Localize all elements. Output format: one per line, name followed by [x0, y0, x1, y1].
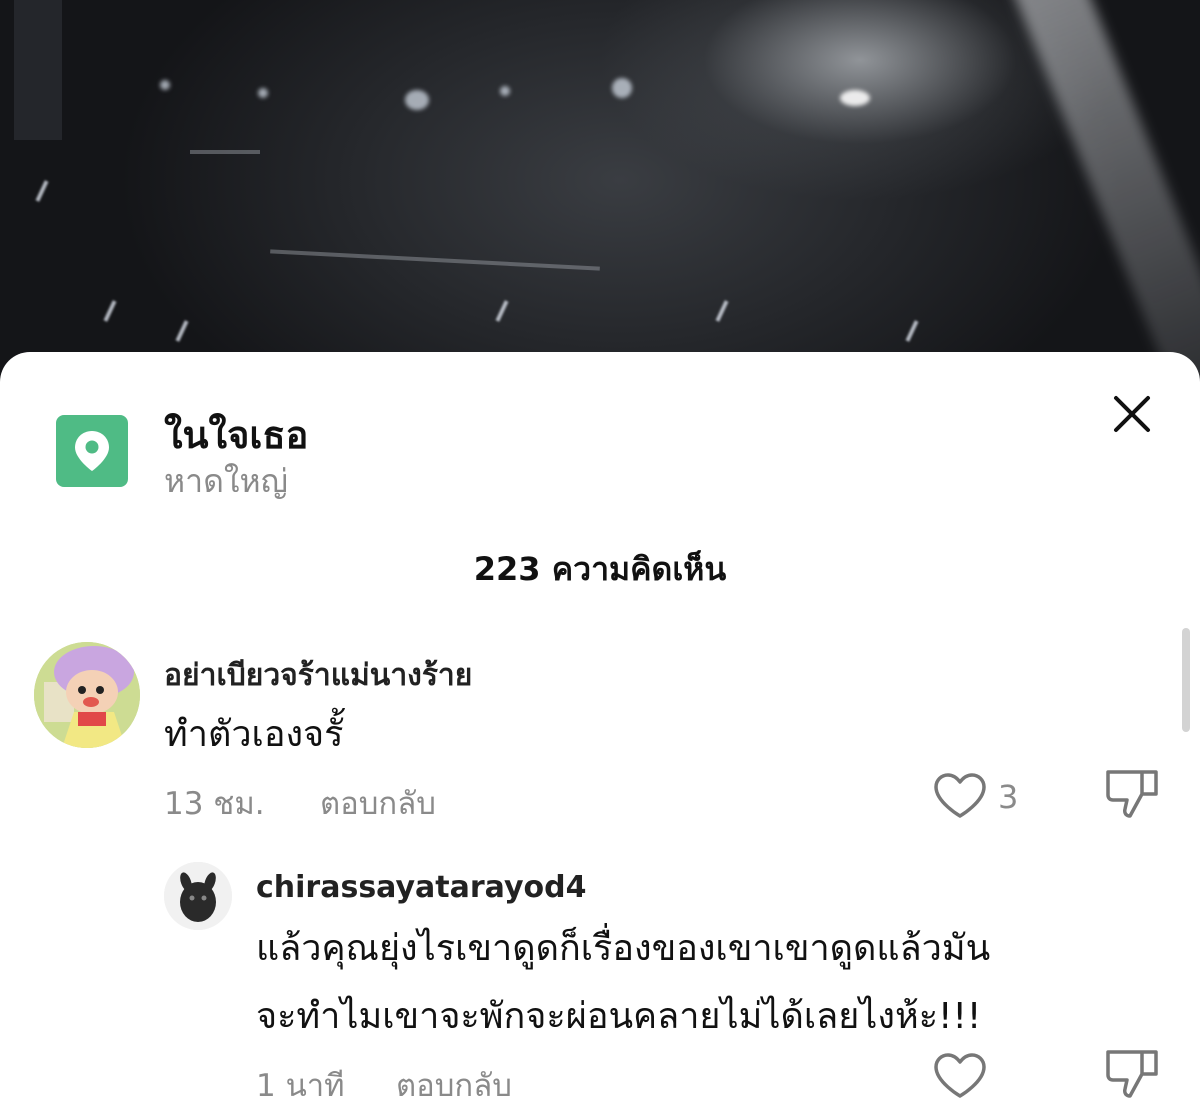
lightstick: [175, 320, 189, 342]
reply-time: 1 นาที: [256, 1068, 345, 1104]
comment-time: 13 ชม.: [164, 786, 265, 822]
stage-light: [405, 90, 429, 110]
stage-light: [160, 80, 170, 90]
avatar-cartoon-icon: [34, 642, 140, 748]
stage-light: [612, 78, 632, 98]
comment-username[interactable]: อย่าเบียวจร้าแม่นางร้าย: [164, 652, 472, 699]
scrollbar[interactable]: [1182, 628, 1190, 732]
heart-icon: [934, 1053, 986, 1098]
close-button[interactable]: [1108, 390, 1156, 438]
like-button[interactable]: [932, 772, 988, 824]
heart-icon: [934, 773, 986, 818]
stage-rail: [270, 249, 600, 271]
reply-button[interactable]: ตอบกลับ: [396, 1060, 512, 1110]
reply-text-line-2: จะทำไมเขาจะพักจะผ่อนคลายไม่ได้เลยไงห้ะ!!…: [256, 996, 982, 1037]
reply-button[interactable]: ตอบกลับ: [320, 778, 436, 828]
map-pin-icon: [75, 431, 109, 471]
close-icon: [1114, 396, 1150, 432]
comment-text: ทำตัวเองจรั้: [164, 714, 344, 755]
location-badge[interactable]: [56, 415, 128, 487]
comments-label: ความคิดเห็น: [551, 550, 727, 588]
like-button[interactable]: [932, 1052, 988, 1104]
stage-rail: [190, 150, 260, 154]
reply-text-line-1: แล้วคุณยุ่งไรเขาดูดก็เรื่องของเขาเขาดูดแ…: [256, 928, 991, 969]
lightstick: [905, 320, 919, 342]
stage-light: [500, 86, 510, 96]
like-count: 3: [998, 778, 1019, 816]
reply-username[interactable]: chirassayatarayod4: [256, 870, 587, 905]
lightstick: [35, 180, 49, 202]
avatar[interactable]: [164, 862, 232, 930]
stage-pillar: [14, 0, 62, 140]
comments-count-title: 223 ความคิดเห็น: [0, 544, 1200, 595]
stage-light-beam: [1000, 0, 1200, 400]
avatar[interactable]: [34, 642, 140, 748]
location-subtitle: หาดใหญ่: [164, 462, 288, 500]
comments-sheet: ในใจเธอ หาดใหญ่ 223 ความคิดเห็น อย่าเบีย…: [0, 352, 1200, 1112]
lightstick: [715, 300, 729, 322]
lightstick: [495, 300, 509, 322]
dislike-button[interactable]: [1104, 1048, 1160, 1104]
stage-light: [258, 88, 268, 98]
comments-count: 223: [473, 550, 541, 588]
dislike-button[interactable]: [1104, 768, 1160, 824]
lightstick: [103, 300, 117, 322]
avatar-figurine-icon: [164, 862, 232, 930]
thumbs-down-icon: [1106, 770, 1158, 818]
video-frame[interactable]: [0, 0, 1200, 400]
thumbs-down-icon: [1106, 1050, 1158, 1098]
stage-light: [840, 90, 870, 106]
